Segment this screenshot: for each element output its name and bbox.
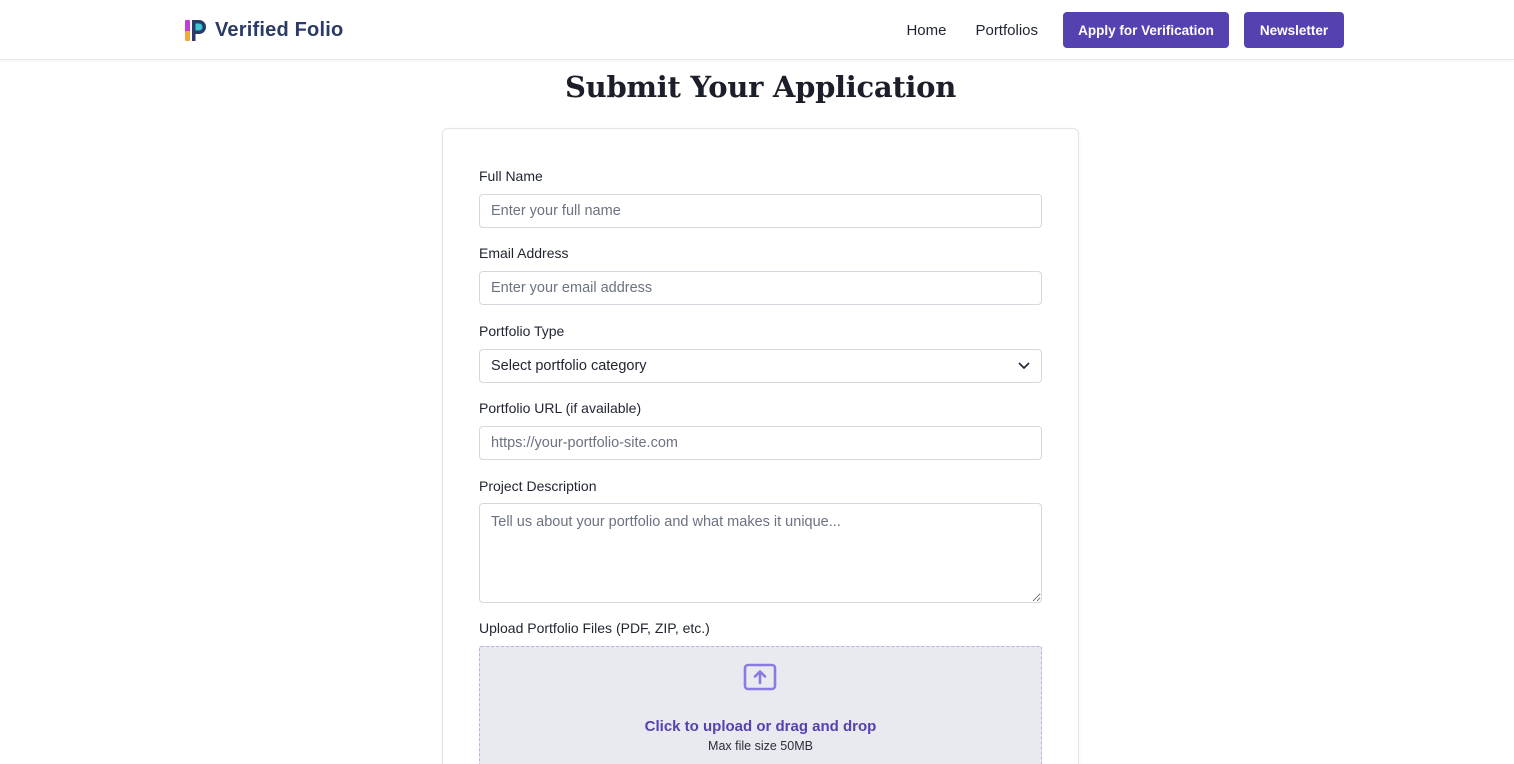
apply-for-verification-button[interactable]: Apply for Verification [1063,12,1229,48]
top-navbar: Verified Folio Home Portfolios Apply for… [0,0,1514,60]
file-upload-dropzone[interactable]: Click to upload or drag and drop Max fil… [479,646,1042,764]
email-input[interactable] [479,271,1042,305]
project-description-label: Project Description [479,478,597,494]
brand-name: Verified Folio [215,18,344,41]
newsletter-button[interactable]: Newsletter [1244,12,1344,48]
page-title: Submit Your Application [565,70,956,104]
full-name-label: Full Name [479,168,543,184]
upload-title[interactable]: Click to upload or drag and drop [480,718,1041,735]
full-name-input[interactable] [479,194,1042,228]
portfolio-type-label: Portfolio Type [479,323,565,339]
verified-folio-logo-icon [185,20,206,41]
nav-links: Home Portfolios Apply for Verification N… [906,12,1344,48]
chevron-down-icon [1018,362,1030,369]
email-label: Email Address [479,245,569,261]
brand-logo[interactable]: Verified Folio [184,17,343,43]
project-description-textarea[interactable] [479,503,1042,603]
portfolio-url-input[interactable] [479,426,1042,460]
upload-label: Upload Portfolio Files (PDF, ZIP, etc.) [479,620,710,636]
portfolio-type-selected-value: Select portfolio category [491,358,647,374]
nav-link-portfolios[interactable]: Portfolios [975,22,1038,39]
portfolio-url-label: Portfolio URL (if available) [479,400,642,416]
portfolio-type-select[interactable]: Select portfolio category [479,349,1042,383]
nav-link-home[interactable]: Home [906,22,946,39]
upload-max-size-text: Max file size 50MB [708,739,813,753]
upload-icon [743,663,777,691]
